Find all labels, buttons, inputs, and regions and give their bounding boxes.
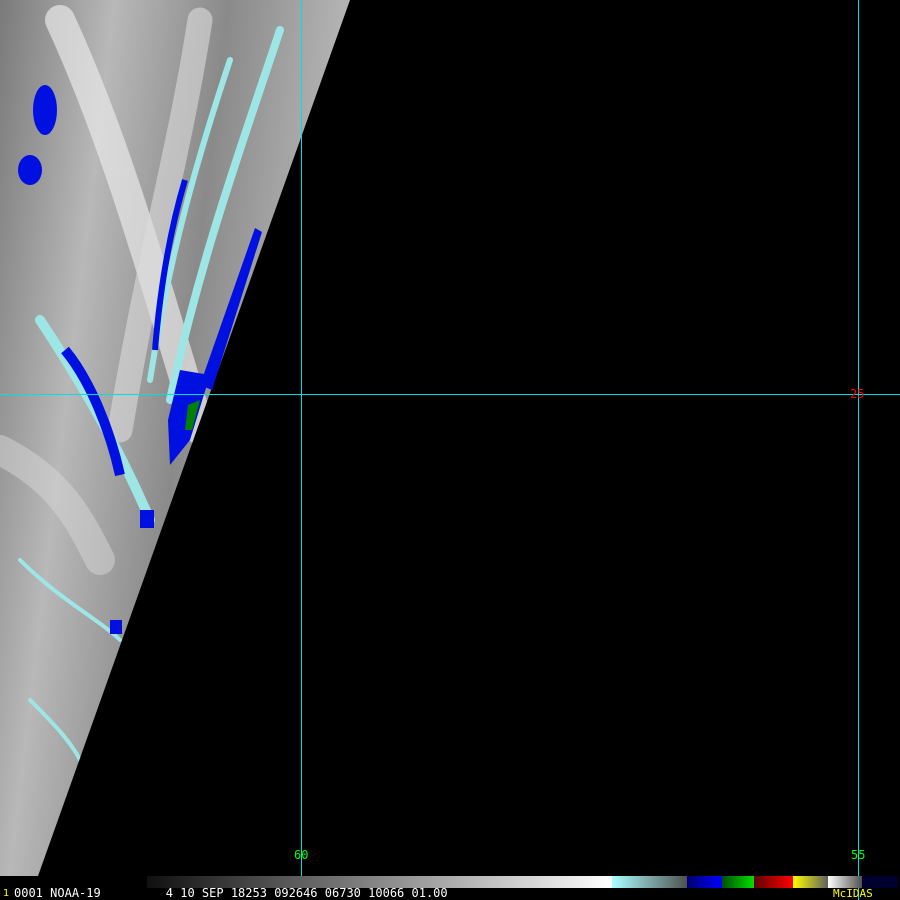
mcidas-logo-text: McIDAS (833, 887, 873, 900)
header-field: 4 (165, 886, 173, 900)
header-field: 0001 (14, 886, 43, 900)
image-header-text: 0001 NOAA-19 4 10 SEP 18253 092646 06730… (14, 886, 448, 900)
header-time: 092646 (274, 886, 318, 900)
satellite-image-viewer: 60 55 25 1 0001 NOAA-19 4 10 SEP 18253 0… (0, 0, 900, 900)
colorbar-segment (612, 876, 687, 888)
satellite-image (0, 0, 900, 900)
header-julian-date: 18253 (230, 886, 267, 900)
header-month: SEP (201, 886, 224, 900)
longitude-label-55: 55 (851, 848, 866, 862)
satellite-swath (0, 0, 350, 876)
colorbar-segment (687, 876, 722, 888)
frame-number: 1 (3, 888, 10, 899)
colorbar-segment (754, 876, 793, 888)
satellite-name: NOAA-19 (50, 886, 101, 900)
header-field: 06730 (324, 886, 361, 900)
header-field: 01.00 (411, 886, 448, 900)
latitude-label-25: 25 (850, 387, 865, 401)
header-day: 10 (180, 886, 195, 900)
colorbar-segment (722, 876, 754, 888)
header-field: 10066 (368, 886, 405, 900)
colorbar-segment (793, 876, 828, 888)
longitude-label-60: 60 (294, 848, 309, 862)
